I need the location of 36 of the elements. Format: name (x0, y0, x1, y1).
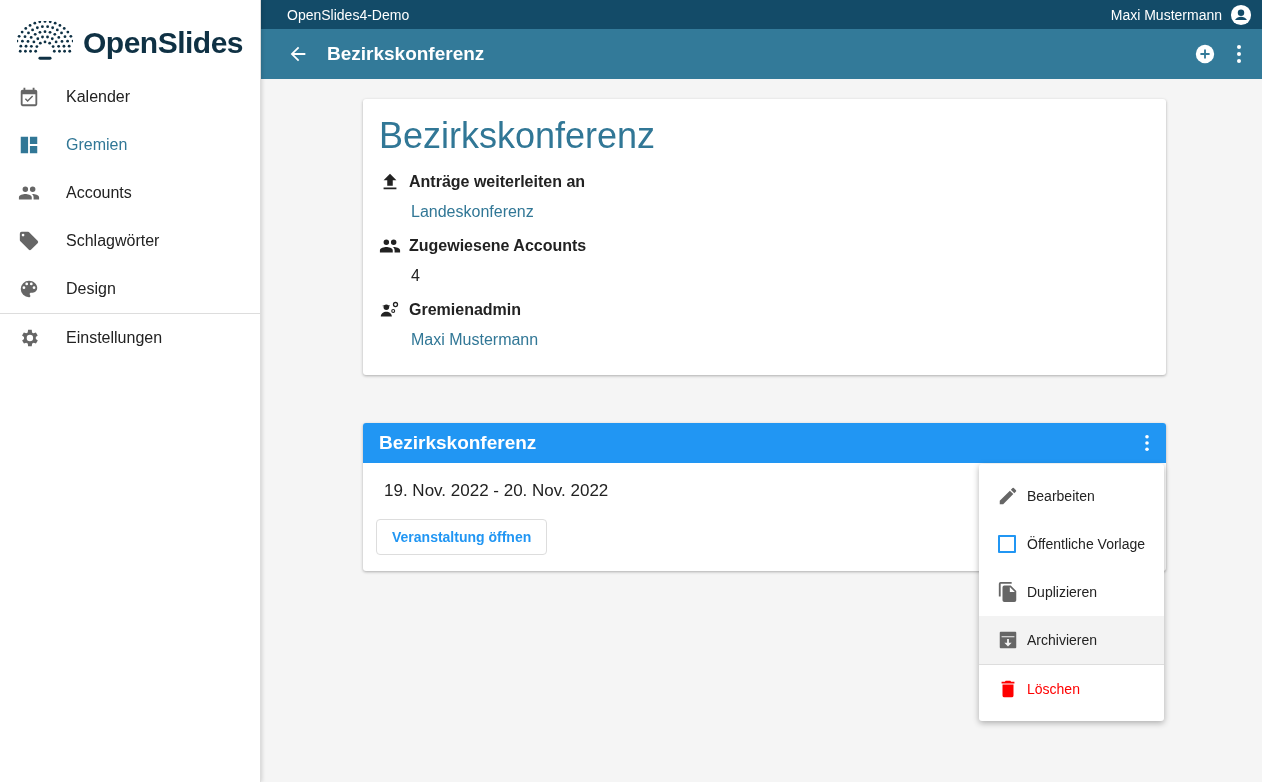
tag-icon (18, 230, 40, 252)
sidebar-item[interactable]: Accounts (0, 169, 260, 217)
pencil-icon (997, 485, 1019, 507)
app-title: OpenSlides4-Demo (287, 6, 410, 23)
committee-title: Bezirkskonferenz (378, 114, 657, 158)
section-heading: Zugewiesene Accounts (409, 237, 587, 255)
menu-item[interactable]: Öffentliche Vorlage (979, 520, 1164, 568)
menu-item[interactable]: Löschen (979, 665, 1164, 713)
logo-text: OpenSlides (83, 26, 244, 60)
sidebar-item[interactable]: Schlagwörter (0, 217, 260, 265)
sidebar-item[interactable]: Kalender (0, 73, 260, 121)
user-name[interactable]: Maxi Mustermann (1110, 6, 1222, 23)
section-heading: Gremienadmin (409, 301, 522, 319)
account-icon (1230, 3, 1252, 26)
sidebar-item[interactable]: Gremien (0, 121, 260, 169)
checkbox[interactable] (998, 535, 1016, 553)
archive-box-icon (997, 629, 1019, 651)
add-icon (1194, 43, 1216, 65)
more-icon (1236, 44, 1242, 64)
palette-icon (18, 278, 40, 300)
menu-item[interactable]: Duplizieren (979, 568, 1164, 616)
menu-item[interactable]: Bearbeiten (979, 472, 1164, 520)
dashboard-icon (18, 134, 40, 156)
logo-icon (17, 21, 73, 61)
section-value: 4 (410, 267, 421, 285)
section-link[interactable]: Maxi Mustermann (379, 331, 1150, 349)
section-heading: Anträge weiterleiten an (409, 173, 586, 191)
meeting-dates: 19. Nov. 2022 - 20. Nov. 2022 (384, 481, 609, 501)
page-title: Bezirkskonferenz (327, 43, 485, 65)
copy-icon (997, 581, 1019, 603)
sidebar-item[interactable]: Design (0, 265, 260, 313)
section-link[interactable]: Landeskonferenz (379, 203, 1150, 221)
sidebar-item[interactable]: Einstellungen (0, 314, 260, 362)
calendar-icon (18, 86, 40, 108)
more-icon (1144, 434, 1150, 452)
menu-item[interactable]: Archivieren (979, 616, 1164, 664)
